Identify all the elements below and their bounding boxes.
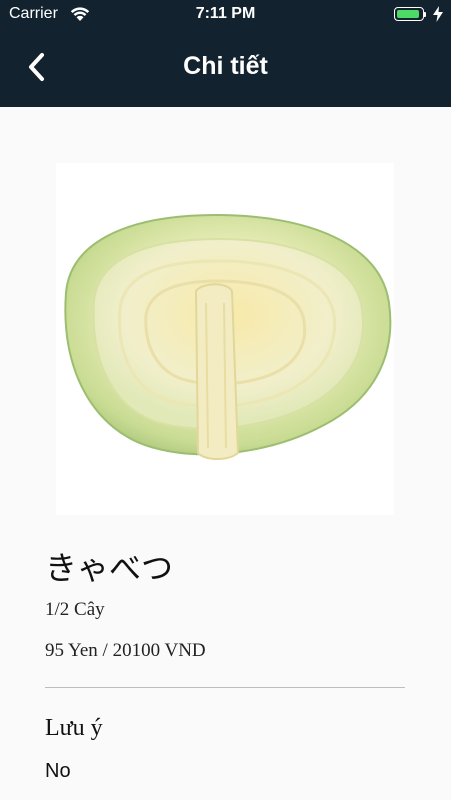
- product-name: きゃべつ: [45, 549, 174, 587]
- note-label: Lưu ý: [45, 715, 103, 741]
- product-quantity: 1/2 Cây: [45, 599, 105, 620]
- battery-tip: [424, 12, 426, 17]
- battery-icon: [394, 7, 424, 21]
- divider: [45, 687, 405, 688]
- cabbage-image: [64, 213, 392, 460]
- charging-icon: [433, 6, 443, 27]
- page-title: Chi tiết: [183, 52, 268, 80]
- product-image: [56, 163, 394, 515]
- clock: 7:11 PM: [195, 5, 256, 22]
- navigation-bar: Chi tiết: [0, 30, 451, 107]
- product-price: 95 Yen / 20100 VND: [45, 640, 206, 661]
- note-value: No: [45, 760, 71, 782]
- status-bar: Carrier 7:11 PM: [0, 0, 451, 30]
